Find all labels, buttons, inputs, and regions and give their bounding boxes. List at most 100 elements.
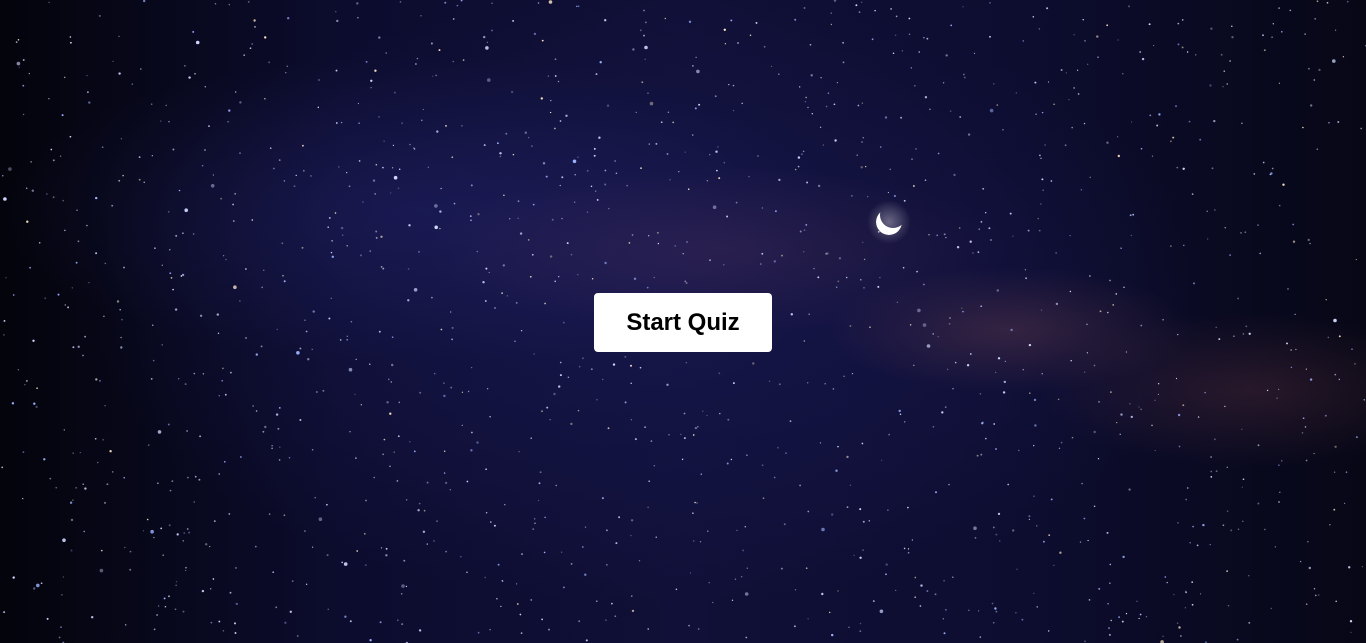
star — [647, 628, 649, 630]
star — [291, 580, 294, 582]
star — [423, 509, 426, 512]
star — [502, 264, 505, 267]
star — [586, 169, 589, 172]
star — [542, 162, 546, 165]
star — [284, 621, 287, 624]
star — [341, 561, 344, 564]
star — [18, 66, 20, 68]
star — [462, 59, 465, 61]
star — [761, 252, 764, 255]
star — [385, 52, 388, 54]
star — [685, 361, 688, 364]
star — [101, 146, 104, 149]
star — [52, 159, 55, 162]
star — [828, 611, 831, 614]
star — [1213, 119, 1216, 123]
star — [709, 154, 711, 156]
star — [1220, 53, 1223, 56]
star — [427, 166, 430, 169]
star — [435, 74, 437, 77]
star — [1278, 501, 1280, 503]
star — [962, 6, 964, 8]
star — [674, 245, 676, 247]
star — [1248, 574, 1250, 577]
star — [1326, 1, 1329, 4]
star — [744, 526, 746, 528]
star — [373, 476, 375, 479]
star — [1068, 99, 1070, 101]
star — [1241, 486, 1243, 488]
star — [913, 364, 915, 367]
star — [1176, 622, 1179, 624]
star — [694, 501, 696, 504]
star — [1162, 635, 1164, 637]
star — [943, 579, 946, 582]
star — [461, 391, 464, 393]
star — [311, 546, 314, 548]
star — [574, 201, 576, 203]
star — [907, 506, 909, 509]
star — [391, 167, 394, 169]
star — [945, 236, 947, 239]
star — [1106, 141, 1109, 144]
star — [1214, 209, 1216, 211]
star — [555, 484, 557, 487]
star — [692, 65, 694, 67]
star — [1279, 491, 1281, 494]
star — [346, 338, 349, 341]
star — [718, 177, 721, 180]
star — [577, 273, 579, 276]
star — [702, 410, 704, 412]
start-quiz-button[interactable]: Start Quiz — [594, 293, 772, 352]
star — [1262, 34, 1264, 37]
star — [545, 175, 548, 178]
star — [199, 314, 203, 317]
star — [675, 588, 678, 591]
star — [953, 173, 956, 177]
star — [780, 567, 783, 570]
star — [997, 512, 1001, 516]
star — [285, 71, 287, 74]
star — [341, 234, 344, 236]
star — [530, 599, 532, 601]
star — [254, 25, 256, 28]
star — [836, 286, 838, 288]
star — [451, 326, 454, 329]
star — [596, 399, 598, 401]
star — [84, 487, 87, 490]
star — [895, 589, 897, 592]
star — [728, 83, 730, 86]
star — [1071, 436, 1074, 439]
star — [1173, 593, 1175, 596]
star — [331, 240, 333, 242]
star — [309, 174, 312, 177]
star — [1116, 421, 1118, 424]
star — [99, 379, 101, 382]
star — [630, 364, 632, 367]
star — [288, 456, 291, 459]
star — [863, 258, 866, 261]
star — [517, 217, 519, 219]
star — [1224, 227, 1226, 229]
star — [559, 184, 561, 187]
star — [942, 618, 945, 620]
star — [512, 153, 515, 156]
star — [1012, 529, 1015, 532]
star — [1028, 343, 1032, 347]
star — [1237, 528, 1240, 530]
star — [514, 340, 516, 343]
star — [86, 224, 88, 227]
star — [631, 234, 634, 236]
star — [111, 471, 114, 473]
star — [60, 626, 62, 628]
star — [1318, 68, 1321, 72]
star — [1098, 401, 1100, 403]
star — [1253, 173, 1256, 175]
star — [581, 546, 584, 548]
star — [778, 383, 781, 386]
star — [122, 174, 124, 177]
star — [991, 602, 994, 605]
star — [576, 5, 578, 8]
star — [491, 29, 493, 32]
star — [843, 375, 845, 377]
